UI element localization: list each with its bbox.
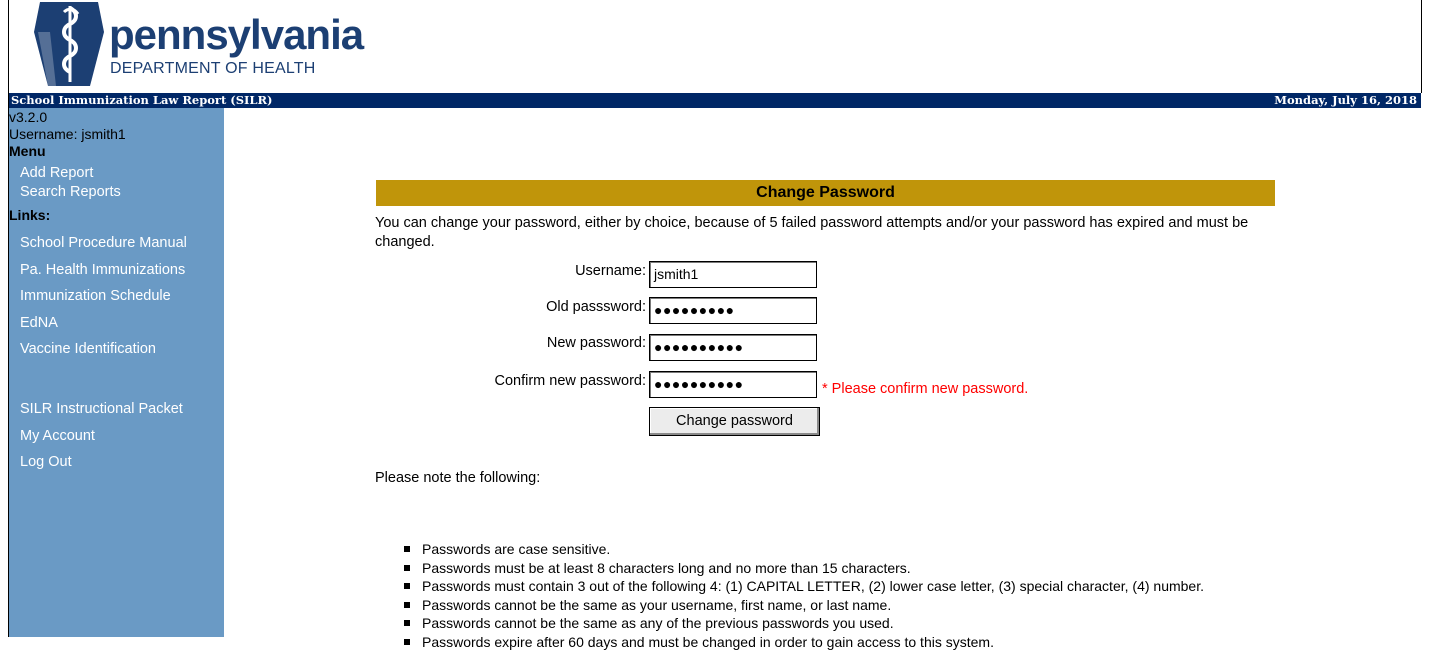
app-version: v3.2.0 — [9, 109, 47, 126]
sidebar-link-my-account[interactable]: My Account — [20, 427, 95, 445]
password-rules-list: Passwords are case sensitive. Passwords … — [400, 540, 1204, 651]
page-right-border — [1421, 0, 1422, 93]
sidebar-link-silr-instructional-packet[interactable]: SILR Instructional Packet — [20, 400, 183, 418]
keystone-caduceus-logo-icon — [34, 2, 104, 86]
sidebar-link-vaccine-identification[interactable]: Vaccine Identification — [20, 340, 156, 358]
change-password-header: Change Password — [376, 180, 1275, 206]
username-field[interactable]: jsmith1 — [649, 261, 817, 288]
list-item: Passwords cannot be the same as any of t… — [400, 614, 1204, 633]
list-item: Passwords cannot be the same as your use… — [400, 596, 1204, 615]
confirm-password-field[interactable]: ●●●●●●●●●● — [649, 371, 817, 398]
sidebar-link-school-procedure-manual[interactable]: School Procedure Manual — [20, 234, 187, 252]
change-password-button[interactable]: Change password — [649, 407, 820, 436]
new-password-field[interactable]: ●●●●●●●●●● — [649, 334, 817, 361]
rule-text: Passwords must contain 3 out of the foll… — [422, 578, 1204, 594]
sidebar: v3.2.0 Username: jsmith1 Menu Add Report… — [9, 108, 224, 637]
list-item: Passwords expire after 60 days and must … — [400, 633, 1204, 651]
app-titlebar: School Immunization Law Report (SILR) Mo… — [9, 93, 1421, 108]
confirm-password-error: * Please confirm new password. — [822, 380, 1028, 398]
rule-text: Passwords cannot be the same as your use… — [422, 597, 891, 613]
sidebar-link-edna[interactable]: EdNA — [20, 314, 58, 332]
old-password-field[interactable]: ●●●●●●●●● — [649, 297, 817, 324]
bullet-icon — [404, 620, 410, 626]
sidebar-item-search-reports[interactable]: Search Reports — [20, 183, 121, 201]
bullet-icon — [404, 602, 410, 608]
confirm-password-label: Confirm new password: — [376, 372, 646, 390]
sidebar-link-log-out[interactable]: Log Out — [20, 453, 72, 471]
rule-text: Passwords cannot be the same as any of t… — [422, 615, 894, 631]
brand-department: DEPARTMENT OF HEALTH — [110, 60, 316, 78]
sidebar-link-pa-health-immunizations[interactable]: Pa. Health Immunizations — [20, 261, 185, 279]
brand-name: pennsylvania — [109, 14, 363, 56]
current-username: Username: jsmith1 — [9, 126, 126, 143]
app-title: School Immunization Law Report (SILR) — [11, 93, 273, 108]
bullet-icon — [404, 565, 410, 571]
links-heading: Links: — [9, 207, 50, 224]
menu-heading: Menu — [9, 143, 46, 160]
new-password-label: New password: — [376, 334, 646, 352]
current-date: Monday, July 16, 2018 — [1274, 93, 1417, 108]
bullet-icon — [404, 583, 410, 589]
bullet-icon — [404, 639, 410, 645]
list-item: Passwords are case sensitive. — [400, 540, 1204, 559]
username-label: Username: — [376, 262, 646, 280]
list-item: Passwords must contain 3 out of the foll… — [400, 577, 1204, 596]
site-header: pennsylvania DEPARTMENT OF HEALTH — [9, 0, 1421, 93]
bullet-icon — [404, 546, 410, 552]
change-password-intro: You can change your password, either by … — [375, 214, 1275, 252]
rule-text: Passwords must be at least 8 characters … — [422, 560, 911, 576]
old-password-label: Old passsword: — [376, 298, 646, 316]
rule-text: Passwords expire after 60 days and must … — [422, 634, 994, 650]
rule-text: Passwords are case sensitive. — [422, 541, 610, 557]
sidebar-link-immunization-schedule[interactable]: Immunization Schedule — [20, 287, 171, 305]
sidebar-item-add-report[interactable]: Add Report — [20, 164, 93, 182]
list-item: Passwords must be at least 8 characters … — [400, 559, 1204, 578]
notes-heading: Please note the following: — [375, 470, 540, 486]
